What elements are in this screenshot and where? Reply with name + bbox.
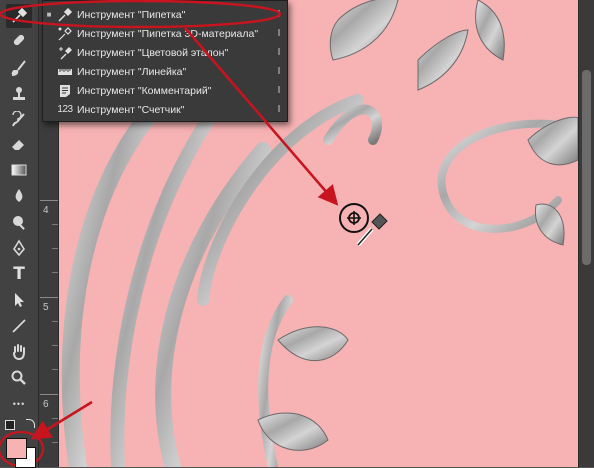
scrollbar-thumb[interactable] — [582, 70, 591, 265]
menu-item-ruler[interactable]: Инструмент "Линейка" I — [43, 62, 287, 81]
menu-item-shortcut: I — [277, 85, 281, 96]
menu-item-label: Инструмент "Цветовой эталон" — [77, 46, 229, 59]
gradient-icon[interactable] — [6, 158, 32, 182]
history-brush-icon[interactable] — [6, 108, 32, 132]
zoom-icon[interactable] — [6, 366, 32, 390]
menu-item-shortcut: I — [277, 104, 281, 115]
tools-panel: T ••• — [0, 0, 39, 468]
menu-item-shortcut: I — [277, 28, 281, 39]
brush-icon[interactable] — [6, 56, 32, 80]
menu-item-3d-material-eyedropper[interactable]: Инструмент "Пипетка 3D-материала" I — [43, 24, 287, 43]
menu-item-shortcut: I — [277, 9, 281, 20]
eraser-icon[interactable] — [6, 132, 32, 156]
type-icon: T — [13, 264, 25, 284]
menu-item-label: Инструмент "Пипетка 3D-материала" — [77, 27, 259, 40]
swap-colors-icon[interactable] — [26, 419, 35, 428]
ruler-label: 4 — [43, 205, 49, 216]
type-tool[interactable]: T — [6, 262, 32, 286]
vertical-scrollbar[interactable] — [578, 0, 594, 467]
eyedropper-icon[interactable] — [6, 4, 32, 28]
clone-stamp-icon[interactable] — [6, 82, 32, 106]
3d-material-eyedropper-icon — [55, 26, 75, 42]
menu-item-label: Инструмент "Линейка" — [77, 65, 187, 78]
menu-item-label: Инструмент "Комментарий" — [77, 84, 212, 97]
ruler-label: 5 — [43, 302, 49, 313]
menu-item-note[interactable]: Инструмент "Комментарий" I — [43, 81, 287, 100]
line-icon[interactable] — [6, 314, 32, 338]
menu-item-shortcut: I — [277, 47, 281, 58]
menu-item-count[interactable]: 123 Инструмент "Счетчик" I — [43, 100, 287, 119]
dodge-icon[interactable] — [6, 210, 32, 234]
pen-icon[interactable] — [6, 236, 32, 260]
ruler-label: 6 — [43, 399, 49, 410]
ruler-icon — [55, 64, 75, 80]
healing-brush-icon[interactable] — [6, 28, 32, 52]
selected-bullet: ■ — [46, 10, 52, 19]
default-colors-icon[interactable] — [5, 420, 15, 430]
menu-item-color-sampler[interactable]: Инструмент "Цветовой эталон" I — [43, 43, 287, 62]
foreground-color-swatch[interactable] — [6, 438, 27, 459]
note-icon — [55, 83, 75, 99]
eyedropper-tools-flyout: ■ Инструмент "Пипетка" I Инструмент "Пип… — [42, 0, 288, 122]
more-icon: ••• — [12, 399, 26, 409]
hand-icon[interactable] — [6, 340, 32, 364]
color-sampler-icon — [55, 45, 75, 61]
count-icon: 123 — [57, 104, 73, 115]
menu-item-shortcut: I — [277, 66, 281, 77]
more-tools[interactable]: ••• — [6, 392, 32, 416]
path-selection-icon[interactable] — [6, 288, 32, 312]
menu-item-eyedropper[interactable]: ■ Инструмент "Пипетка" I — [43, 5, 287, 24]
menu-item-label: Инструмент "Счетчик" — [77, 103, 185, 116]
eyedropper-icon — [55, 7, 75, 23]
menu-item-label: Инструмент "Пипетка" — [77, 8, 186, 21]
blur-icon[interactable] — [6, 184, 32, 208]
